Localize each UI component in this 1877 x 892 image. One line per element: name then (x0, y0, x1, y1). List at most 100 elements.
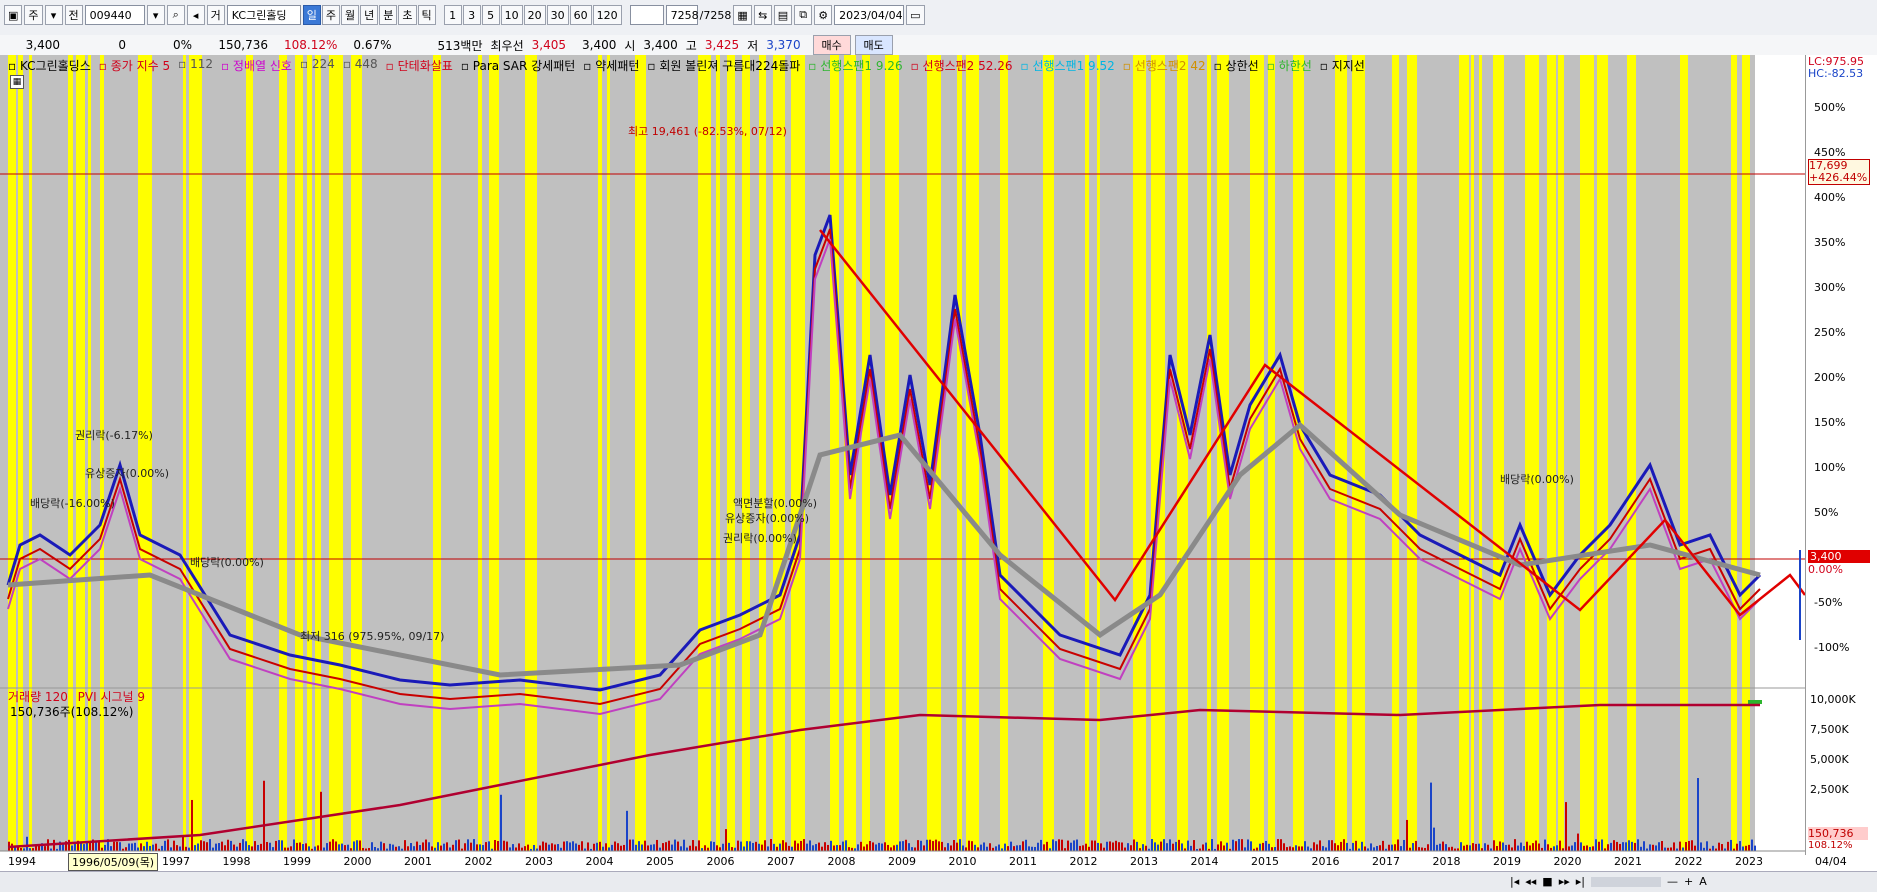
legend-item[interactable]: ▫ KC그린홀딩스 (8, 57, 91, 74)
legend-item[interactable]: ▫ 상한선 (1214, 57, 1259, 74)
order-type-button[interactable]: 거 (206, 5, 225, 25)
period-tab[interactable]: 년 (360, 5, 379, 25)
settings-icon[interactable]: ⚙ (814, 5, 833, 25)
x-axis-year-label: 2015 (1251, 855, 1279, 868)
volume-bar (245, 841, 247, 851)
legend-item[interactable]: ▫ 224 (300, 57, 335, 74)
volume-bar (1673, 842, 1675, 851)
zoom-out-icon[interactable]: — (1667, 875, 1678, 888)
volume-bar (1598, 841, 1600, 851)
interval-button[interactable]: 5 (481, 5, 500, 25)
legend-item[interactable]: ▫ 하한선 (1267, 57, 1312, 74)
volume-bar (1298, 846, 1300, 851)
volume-bar (884, 842, 886, 851)
volume-bar (863, 846, 865, 851)
legend-item[interactable]: ▫ 112 (178, 57, 213, 74)
legend-item[interactable]: ▫ 약세패턴 (583, 57, 639, 74)
interval-button[interactable]: 1 (443, 5, 462, 25)
interval-button[interactable]: 20 (523, 5, 546, 25)
volume-bar (128, 843, 130, 851)
export-icon[interactable]: ⧉ (794, 5, 813, 25)
period-select[interactable]: 주 (24, 5, 43, 25)
period-tab[interactable]: 일 (302, 5, 321, 25)
period-tab[interactable]: 틱 (417, 5, 436, 25)
volume-bar (326, 843, 328, 851)
scroll-thumb[interactable] (1590, 877, 1661, 887)
legend-item[interactable]: ▫ 448 (343, 57, 378, 74)
sell-button[interactable]: 매도 (854, 35, 893, 55)
interval-button[interactable]: 30 (546, 5, 569, 25)
scroll-last-icon[interactable]: ▸| (1576, 875, 1585, 888)
price-chart[interactable]: 최고 19,461 (-82.53%, 07/12) 최저 316 (975.95… (0, 55, 1877, 891)
volume-bar (1217, 844, 1219, 851)
volume-bar (1097, 842, 1099, 851)
zoom-in-icon[interactable]: + (1684, 875, 1693, 888)
volume-bar (173, 840, 175, 851)
legend-item[interactable]: ▫ 종가 지수 5 (99, 57, 170, 74)
legend-item[interactable]: ▫ Para SAR 강세패턴 (461, 57, 575, 74)
volume-bar (1601, 839, 1603, 851)
volume-bar (596, 842, 598, 851)
period-tab[interactable]: 초 (398, 5, 417, 25)
legend-item[interactable]: ▫ 단테화살표 (386, 57, 453, 74)
volume-bar (1607, 844, 1609, 851)
legend-toggle-icon[interactable]: ▦ (10, 75, 24, 89)
volume-bar (632, 839, 634, 851)
order-type-label[interactable]: 전 (64, 5, 83, 25)
legend-item[interactable]: ▫ 회원 볼린져 구름대224돌파 (647, 57, 800, 74)
counter-field[interactable]: 7258 (665, 5, 699, 25)
volume-bar (1241, 839, 1243, 851)
legend-item[interactable]: ▫ 지지선 (1320, 57, 1365, 74)
volume-bar (431, 846, 433, 851)
scroll-prev-icon[interactable]: ◂◂ (1525, 875, 1536, 888)
dropdown-icon[interactable]: ▾ (44, 5, 63, 25)
legend-item[interactable]: ▫ 선행스팬2 42 (1123, 57, 1206, 74)
period-tab[interactable]: 월 (341, 5, 360, 25)
legend-item[interactable]: ▫ 선행스팬2 52.26 (911, 57, 1013, 74)
volume-bar (1076, 839, 1078, 851)
volume-bar (1151, 839, 1153, 851)
volume-bar (764, 840, 766, 851)
volume-bar (923, 845, 925, 851)
interval-button[interactable]: 120 (592, 5, 622, 25)
volume-bar (1295, 845, 1297, 851)
stock-code-input[interactable]: 009440 (84, 5, 145, 25)
volume-bar (1250, 841, 1252, 851)
volume-bar (1274, 847, 1276, 851)
volume-bar (695, 846, 697, 851)
period-tab[interactable]: 분 (379, 5, 398, 25)
sound-icon[interactable]: ◂ (186, 5, 205, 25)
stock-name-field[interactable]: KC그린홀딩 (226, 5, 301, 25)
legend-item[interactable]: ▫ 정배열 신호 (221, 57, 292, 74)
chart-toggle-icon[interactable]: ⇆ (753, 5, 772, 25)
calendar-icon[interactable]: ▭ (906, 5, 925, 25)
search-icon[interactable]: ⌕ (166, 5, 185, 25)
period-tab[interactable]: 주 (321, 5, 341, 25)
legend-item[interactable]: ▫ 선행스팬1 9.26 (808, 57, 902, 74)
save-icon[interactable]: ▤ (773, 5, 793, 25)
interval-button[interactable]: 10 (500, 5, 523, 25)
scroll-first-icon[interactable]: |◂ (1510, 875, 1519, 888)
volume-bar (479, 844, 481, 851)
volume-bar (1463, 845, 1465, 851)
legend-item[interactable]: ▫ 선행스팬1 9.52 (1021, 57, 1115, 74)
scroll-next-icon[interactable]: ▸▸ (1559, 875, 1570, 888)
volume-bar (554, 844, 556, 851)
date-field[interactable]: 2023/04/04 (834, 5, 905, 25)
volume-bar (935, 839, 937, 851)
interval-button[interactable]: 3 (462, 5, 481, 25)
font-size-icon[interactable]: A (1699, 875, 1707, 888)
buy-button[interactable]: 매수 (812, 35, 851, 55)
volume-bar (290, 846, 292, 851)
code-dropdown-icon[interactable]: ▾ (146, 5, 165, 25)
volume-bar (26, 836, 28, 851)
extra-select[interactable] (629, 5, 664, 25)
chart-scrollbar[interactable]: |◂ ◂◂ ■ ▸▸ ▸| — + A (0, 871, 1877, 892)
scroll-stop-icon[interactable]: ■ (1542, 875, 1552, 888)
window-icon[interactable]: ▣ (4, 5, 23, 25)
volume-bar (164, 840, 166, 851)
volume-bar (1721, 844, 1723, 851)
grid-icon[interactable]: ▦ (733, 5, 752, 25)
chart-annotation: 최고 19,461 (-82.53%, 07/12) (628, 125, 787, 138)
interval-button[interactable]: 60 (569, 5, 592, 25)
